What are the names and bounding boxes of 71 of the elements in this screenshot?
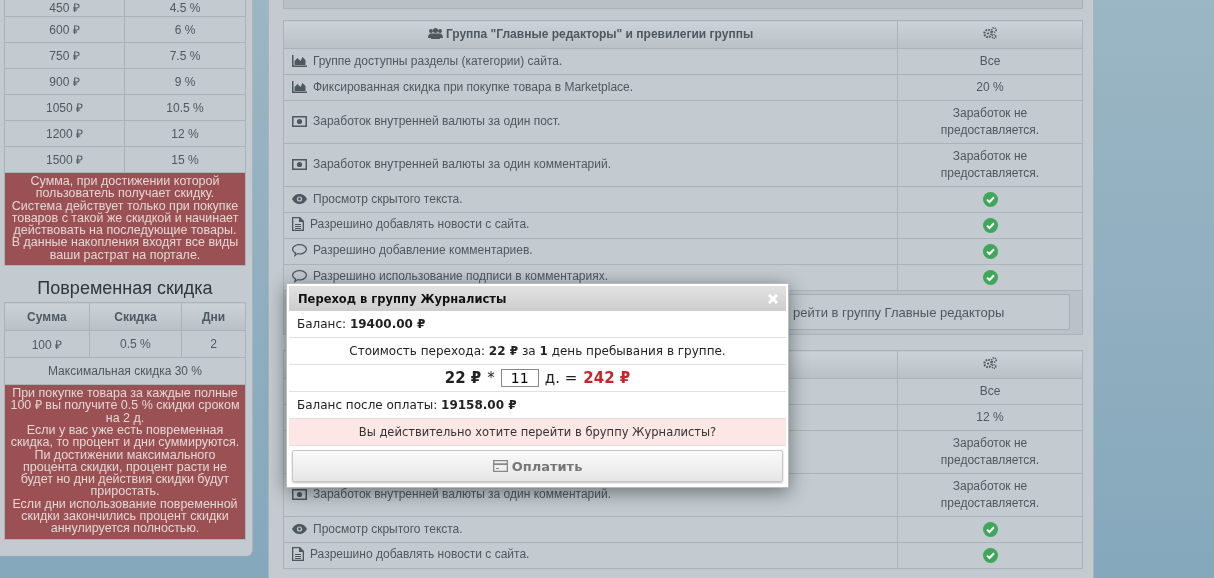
- table-cell: 1500 ₽: [4, 146, 125, 173]
- privilege-label: Просмотр скрытого текста.: [313, 192, 463, 206]
- banknote-icon: [292, 115, 307, 127]
- privilege-label: Разрешино добавлять новости с сайта.: [310, 217, 530, 231]
- balance-after-text: Баланс после оплаты: 19158.00 ₽: [297, 398, 517, 412]
- dialog-title: Переход в группу Журналисты: [298, 291, 507, 306]
- column-header: Скидка: [89, 302, 182, 331]
- table-cell: 6 %: [124, 16, 246, 43]
- table-cell: Заработок не предоставляется.: [897, 100, 1083, 144]
- operator-text: *: [487, 369, 495, 387]
- column-header: Сумма: [4, 302, 90, 331]
- pay-button[interactable]: Оплатить: [292, 450, 783, 482]
- cost-text: Стоимость перехода: 22 ₽ за 1 день пребывания в группе.: [349, 344, 726, 358]
- days-input[interactable]: 11: [500, 369, 539, 387]
- balance-text: Баланс: 19400.00 ₽: [297, 317, 426, 331]
- table-cell: Максимальная скидка 30 %: [4, 357, 246, 385]
- users-icon: [427, 28, 443, 40]
- table-cell: 750 ₽: [4, 42, 125, 69]
- table-cell: 7.5 %: [124, 42, 246, 69]
- table-cell: 600 ₽: [4, 16, 125, 43]
- document-icon: [292, 547, 304, 561]
- privilege-label: Заработок внутренней валюты за один комментарий.: [313, 157, 611, 172]
- table-cell: 1050 ₽: [4, 94, 125, 121]
- privilege-label: Группе доступны разделы (категории) сайта.: [313, 53, 563, 68]
- banknote-icon: [292, 158, 307, 170]
- area-chart-icon: [292, 80, 307, 93]
- table-cell: 900 ₽: [4, 68, 125, 95]
- gears-icon: [983, 27, 997, 39]
- privilege-label: Просмотр скрытого текста.: [313, 522, 463, 536]
- privilege-label: Заработок внутренней валюты за один пост.: [313, 114, 561, 129]
- table-cell: Заработок не предоставляется.: [897, 143, 1083, 187]
- table-cell: Заработок не предоставляется.: [897, 473, 1083, 517]
- table-cell: 100 ₽: [4, 330, 90, 358]
- section-title: Повременная скидка: [36, 278, 214, 300]
- privilege-label: Заработок внутренней валюты за один комментарий.: [313, 487, 611, 502]
- area-chart-icon: [292, 54, 307, 67]
- table-cell: Все: [897, 378, 1083, 405]
- gears-icon: [983, 357, 997, 369]
- card-icon: [492, 460, 508, 472]
- table-cell: Все: [897, 48, 1083, 75]
- table-cell: 10.5 %: [124, 94, 246, 121]
- table-cell: 2: [181, 330, 246, 358]
- price-text: 22 ₽: [444, 369, 482, 387]
- column-header: Дни: [181, 302, 246, 331]
- privilege-label: Фиксированная скидка при покупке товара в Marketplace.: [313, 79, 634, 94]
- privilege-label: Разрешино использование подписи в комментариях.: [313, 269, 609, 284]
- privilege-label: Разрешино добавлять новости с сайта.: [310, 547, 530, 561]
- table-cell: 12 %: [897, 404, 1083, 431]
- table-cell: 12 %: [124, 120, 246, 147]
- table-cell: 15 %: [124, 146, 246, 173]
- comment-icon: [292, 269, 307, 283]
- unit-text: д. =: [544, 369, 578, 387]
- table-cell: 0.5 %: [89, 330, 182, 358]
- banknote-icon: [292, 488, 307, 500]
- close-icon[interactable]: [768, 293, 778, 304]
- eye-icon: [292, 524, 307, 534]
- table-cell: 9 %: [124, 68, 246, 95]
- document-icon: [292, 217, 304, 231]
- table-cell: Заработок не предоставляется.: [897, 430, 1083, 474]
- comment-icon: [292, 243, 307, 257]
- table-cell: 450 ₽: [4, 0, 125, 17]
- privilege-label: Разрешино добавление комментариев.: [313, 243, 533, 258]
- table-cell: 1200 ₽: [4, 120, 125, 147]
- discount-note: При покупке товара за каждые полные 100 ₽ вы получите 0.5 % скидки сроком на 2 д. Если у вас уже есть повременная скидка, то процент и дни суммируются. Пи достижении максимального процента скидки, процент расти не будет но дни действия скидки будут приростать. Если дни использование повременной скидки закончились процент скидки аннулируется полностью.: [4, 385, 246, 540]
- table-cell: 4.5 %: [124, 0, 246, 17]
- discount-note: Сумма, при достижении которой пользователь получает скидку. Система действует только при покупке товаров с такой же скидкой и начинает действовать на последующие товары. В данные накопления входят все виды ваши растрат на портале.: [4, 173, 246, 267]
- table-cell: 20 %: [897, 74, 1083, 101]
- eye-icon: [292, 194, 307, 204]
- confirm-text: Вы действительно хотите перейти в бруппу Журналисты?: [358, 425, 717, 439]
- table-header: Группа "Главные редакторы" и превилегии группы: [445, 26, 754, 41]
- total-text: 242 ₽: [583, 369, 631, 387]
